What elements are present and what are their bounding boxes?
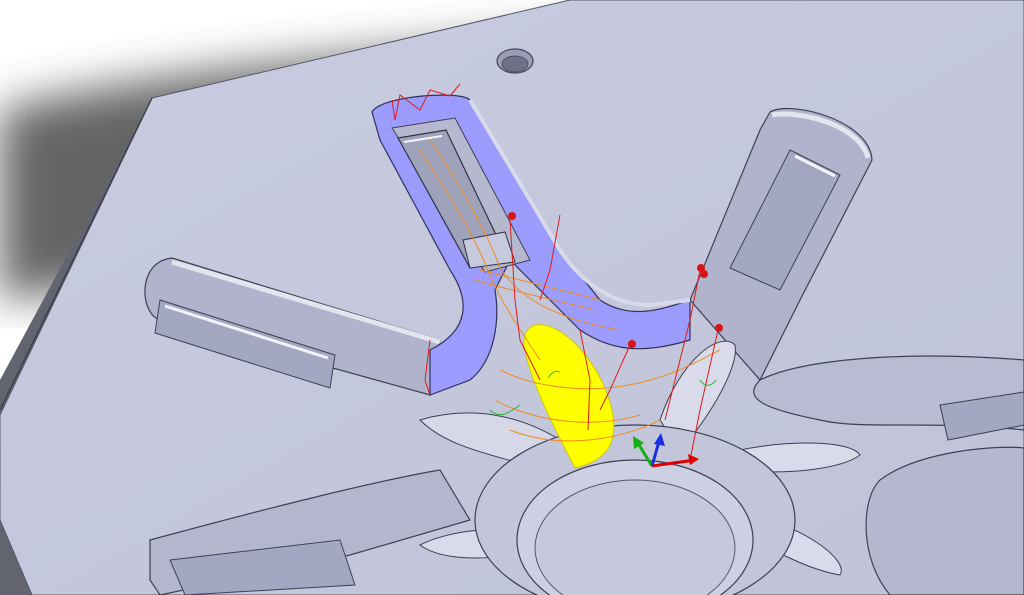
toolpath-point-marker-icon bbox=[700, 270, 708, 278]
toolpath-point-marker-icon bbox=[715, 324, 723, 332]
drilled-hole[interactable] bbox=[496, 48, 534, 74]
cad-viewport[interactable] bbox=[0, 0, 1024, 595]
toolpath-point-marker-icon bbox=[628, 340, 636, 348]
toolpath-point-marker-icon bbox=[508, 212, 516, 220]
cad-model-render[interactable] bbox=[0, 0, 1024, 595]
